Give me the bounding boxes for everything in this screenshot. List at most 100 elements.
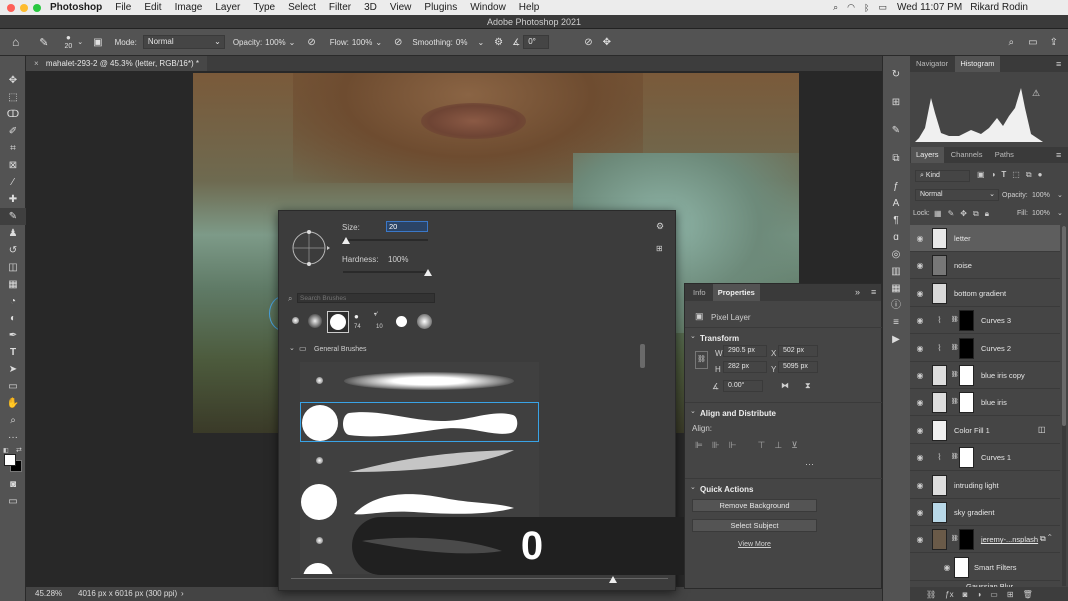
panel-menu-icon[interactable]: ≡ [1056,150,1061,160]
lock-position-icon[interactable]: ✥ [960,209,967,219]
eyedropper-tool-icon[interactable]: ⁄ [0,174,26,191]
character-icon[interactable]: A [883,195,909,212]
align-top-icon[interactable]: ⊤ [758,440,766,451]
actions-icon[interactable]: ▶ [883,331,909,348]
share-icon[interactable]: ⇪ [1050,37,1058,48]
layer-thumbnail[interactable] [932,365,947,386]
chevron-down-icon[interactable]: ⌄ [690,407,696,415]
recent-brush-6[interactable] [396,316,407,327]
tab-paths[interactable]: Paths [990,147,1019,163]
paragraph-icon[interactable]: ¶ [883,212,909,229]
h-input[interactable]: 282 px [723,361,767,373]
visibility-eye-icon[interactable]: ◉ [915,535,925,544]
visibility-eye-icon[interactable]: ◉ [915,398,925,407]
link-icon[interactable]: ⛓ [951,535,959,542]
rectangle-tool-icon[interactable]: ▭ [0,378,26,395]
menu-help[interactable]: Help [519,2,540,13]
remove-background-button[interactable]: Remove Background [692,499,817,512]
link-icon[interactable]: ⛓ [951,398,959,405]
zoom-window-button[interactable] [33,3,41,12]
screen-mode-icon[interactable]: ▭ [0,493,26,510]
visibility-eye-icon[interactable]: ◉ [915,481,925,490]
align-middle-icon[interactable]: ⊥ [774,440,782,451]
brush-settings-icon[interactable]: ✎ [883,122,909,139]
layer-thumbnail[interactable] [932,282,947,304]
layer-mask-thumbnail[interactable] [959,310,974,332]
layer-thumbnail[interactable] [932,419,947,441]
link-icon[interactable]: ⛓ [951,453,959,460]
layer-row[interactable]: ◉ ⛓ jeremy-...nsplash ⧉ ⌃ [910,526,1060,554]
link-icon[interactable]: ⛓ [951,344,959,351]
flow-input[interactable]: 100% [352,38,372,47]
menu-view[interactable]: View [390,2,412,13]
color-swatches[interactable]: ◧ ⇄ [0,446,25,476]
quick-actions-title[interactable]: Quick Actions [700,485,754,494]
layer-thumbnail[interactable] [932,392,947,414]
layer-row[interactable]: ◉ ⛓ blue iris [910,389,1060,417]
visibility-eye-icon[interactable]: ◉ [915,344,925,353]
visibility-eye-icon[interactable]: ◉ [915,289,925,298]
layer-thumbnail[interactable] [932,474,947,496]
zoom-tool-icon[interactable]: ⌕ [0,412,26,429]
flip-vertical-icon[interactable]: ⧗ [805,381,811,391]
brush-settings-icon[interactable]: ▣ [93,37,102,48]
brush-row-hard-round-large[interactable] [300,402,539,442]
lock-transparent-icon[interactable]: ▦ [934,209,942,219]
minimize-window-button[interactable] [20,3,28,12]
flip-horizontal-icon[interactable]: ⧓ [781,381,789,390]
color-icon[interactable]: ◎ [883,246,909,263]
bluetooth-icon[interactable]: ᛒ [864,3,869,13]
layer-row[interactable]: ◉ ⛓ blue iris copy [910,362,1060,389]
visibility-eye-icon[interactable]: ◉ [915,316,925,325]
airbrush-icon[interactable]: ⊘ [394,37,402,48]
menu-3d[interactable]: 3D [364,2,377,13]
align-bottom-icon[interactable]: ⊻ [791,440,798,451]
layer-row[interactable]: ◉ Color Fill 1 ◫ [910,417,1060,444]
lock-all-icon[interactable]: 🔒︎ [985,209,989,219]
layers-scrollbar-thumb[interactable] [1062,226,1066,426]
size-slider[interactable] [341,237,428,244]
menu-user[interactable]: Rikard Rodin [970,2,1028,13]
layer-row[interactable]: ◉ intruding light [910,472,1060,499]
visibility-eye-icon[interactable]: ◉ [915,371,925,380]
link-icon[interactable]: ⛓ [951,371,959,378]
opacity-input[interactable]: 100% [265,38,285,47]
chevron-down-icon[interactable]: ⌄ [477,38,484,47]
layer-mask-thumbnail[interactable] [959,447,974,469]
tab-properties[interactable]: Properties [712,284,760,301]
w-input[interactable]: 290.5 px [723,345,767,357]
chevron-down-icon[interactable]: ⌄ [289,38,296,47]
swatches-icon[interactable]: ▦ [883,280,909,297]
new-preset-icon[interactable]: ⊞ [656,244,663,253]
filter-smart-icon[interactable]: ⧉ [1026,170,1032,180]
new-adjustment-icon[interactable]: ◑ [976,590,981,599]
more-options-icon[interactable]: ··· [805,459,814,469]
brush-preset-picker[interactable]: ● 20 [64,33,72,51]
layer-row[interactable]: ◉ ⌇ ⛓ Curves 3 [910,307,1060,335]
zoom-level[interactable]: 45.28% [35,587,62,601]
visibility-eye-icon[interactable]: ◉ [915,426,925,435]
preview-size-slider[interactable] [291,576,668,583]
y-input[interactable]: 5095 px [778,361,818,373]
recent-brush-1[interactable] [292,317,299,324]
healing-brush-tool-icon[interactable]: ✚ [0,191,26,208]
filter-type-icon[interactable]: T [1001,170,1006,180]
align-section-title[interactable]: Align and Distribute [700,409,776,418]
brush-tool-icon[interactable]: ✎ [39,36,48,49]
brush-angle-preview[interactable] [290,227,332,269]
eraser-tool-icon[interactable]: ◫ [0,259,26,276]
filter-shape-icon[interactable]: ⬚ [1012,170,1020,180]
layer-thumbnail[interactable] [932,529,947,551]
preview-size-slider-thumb[interactable] [609,576,617,583]
layer-opacity-value[interactable]: 100% [1032,192,1050,199]
pressure-opacity-icon[interactable]: ⊘ [307,37,315,48]
chevron-down-icon[interactable]: ⌄ [690,332,696,340]
angle-input[interactable]: 0° [523,35,550,49]
foreground-color[interactable] [4,454,16,466]
fill-value[interactable]: 100% [1032,210,1050,217]
align-right-icon[interactable]: ⊩ [729,440,737,451]
layer-thumbnail[interactable] [932,502,947,523]
recent-brush-5[interactable]: •⁄ [374,312,377,318]
quick-mask-icon[interactable]: ◙ [0,476,26,493]
menu-image[interactable]: Image [175,2,203,13]
